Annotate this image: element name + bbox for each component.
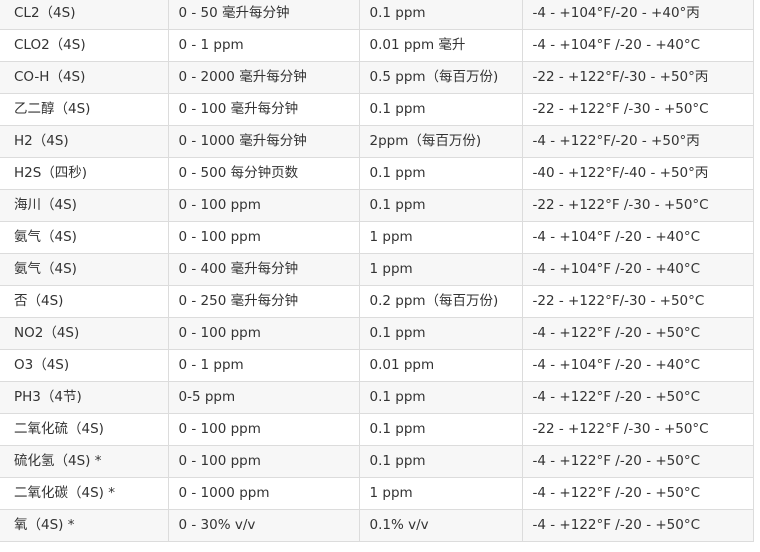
sensor-name-cell: CL2（4S) (0, 0, 169, 30)
temperature-range-cell: -4 - +104°F /-20 - +40°C (521, 221, 754, 254)
range-cell: 0 - 100 ppm (167, 189, 360, 222)
temperature-range-cell: -22 - +122°F /-30 - +50°C (521, 189, 754, 222)
temperature-range-cell: -4 - +104°F/-20 - +40°丙 (521, 0, 754, 30)
temperature-range-cell: -4 - +122°F/-20 - +50°丙 (521, 125, 754, 158)
sensor-name-cell: 硫化氢（4S) * (0, 445, 169, 478)
resolution-cell: 1 ppm (358, 221, 523, 254)
table-row: 氨气（4S) 0 - 400 毫升每分钟 1 ppm -4 - +104°F /-20… (0, 253, 754, 286)
temperature-range-cell: -4 - +104°F /-20 - +40°C (521, 253, 754, 286)
resolution-cell: 0.1 ppm (358, 317, 523, 350)
sensor-spec-table: CL2（4S) 0 - 50 毫升每分钟 0.1 ppm -4 - +104°F/-2… (0, 0, 754, 542)
temperature-range-cell: -4 - +122°F /-20 - +50°C (521, 477, 754, 510)
range-cell: 0 - 30% v/v (167, 509, 360, 542)
resolution-cell: 0.01 ppm 毫升 (358, 29, 523, 62)
resolution-cell: 0.1% v/v (358, 509, 523, 542)
sensor-name-cell: 氨气（4S) (0, 253, 169, 286)
sensor-name-cell: 否（4S) (0, 285, 169, 318)
temperature-range-cell: -4 - +104°F /-20 - +40°C (521, 349, 754, 382)
resolution-cell: 0.1 ppm (358, 381, 523, 414)
resolution-cell: 0.01 ppm (358, 349, 523, 382)
table-row: CLO2（4S) 0 - 1 ppm 0.01 ppm 毫升 -4 - +104°F … (0, 29, 754, 62)
table-row: 二氧化碳（4S) * 0 - 1000 ppm 1 ppm -4 - +122°F /… (0, 477, 754, 510)
table-row: 海川（4S) 0 - 100 ppm 0.1 ppm -22 - +122°F /-3… (0, 189, 754, 222)
table-row: CO-H（4S) 0 - 2000 毫升每分钟 0.5 ppm（每百万份) -22 -… (0, 61, 754, 94)
range-cell: 0 - 100 ppm (167, 317, 360, 350)
range-cell: 0 - 100 ppm (167, 445, 360, 478)
range-cell: 0-5 ppm (167, 381, 360, 414)
range-cell: 0 - 1 ppm (167, 349, 360, 382)
table-row: 氨气（4S) 0 - 100 ppm 1 ppm -4 - +104°F /-20 -… (0, 221, 754, 254)
range-cell: 0 - 100 毫升每分钟 (167, 93, 360, 126)
resolution-cell: 0.2 ppm（每百万份) (358, 285, 523, 318)
sensor-spec-table-body: CL2（4S) 0 - 50 毫升每分钟 0.1 ppm -4 - +104°F/-2… (0, 0, 754, 542)
temperature-range-cell: -4 - +122°F /-20 - +50°C (521, 445, 754, 478)
resolution-cell: 1 ppm (358, 477, 523, 510)
temperature-range-cell: -22 - +122°F /-30 - +50°C (521, 93, 754, 126)
range-cell: 0 - 400 毫升每分钟 (167, 253, 360, 286)
resolution-cell: 0.1 ppm (358, 189, 523, 222)
table-row: 否（4S) 0 - 250 毫升每分钟 0.2 ppm（每百万份) -22 - +12… (0, 285, 754, 318)
resolution-cell: 0.1 ppm (358, 93, 523, 126)
sensor-spec-table-container: CL2（4S) 0 - 50 毫升每分钟 0.1 ppm -4 - +104°F/-2… (0, 0, 760, 549)
sensor-name-cell: 海川（4S) (0, 189, 169, 222)
table-row: 硫化氢（4S) * 0 - 100 ppm 0.1 ppm -4 - +122°F /… (0, 445, 754, 478)
range-cell: 0 - 500 每分钟页数 (167, 157, 360, 190)
sensor-name-cell: O3（4S) (0, 349, 169, 382)
resolution-cell: 0.5 ppm（每百万份) (358, 61, 523, 94)
temperature-range-cell: -22 - +122°F /-30 - +50°C (521, 413, 754, 446)
sensor-name-cell: CLO2（4S) (0, 29, 169, 62)
range-cell: 0 - 250 毫升每分钟 (167, 285, 360, 318)
range-cell: 0 - 2000 毫升每分钟 (167, 61, 360, 94)
table-row: PH3（4节) 0-5 ppm 0.1 ppm -4 - +122°F /-20 - … (0, 381, 754, 414)
temperature-range-cell: -22 - +122°F/-30 - +50°C (521, 285, 754, 318)
range-cell: 0 - 1000 ppm (167, 477, 360, 510)
resolution-cell: 0.1 ppm (358, 413, 523, 446)
sensor-name-cell: PH3（4节) (0, 381, 169, 414)
sensor-name-cell: NO2（4S) (0, 317, 169, 350)
table-row: CL2（4S) 0 - 50 毫升每分钟 0.1 ppm -4 - +104°F/-2… (0, 0, 754, 30)
temperature-range-cell: -4 - +122°F /-20 - +50°C (521, 509, 754, 542)
temperature-range-cell: -4 - +122°F /-20 - +50°C (521, 317, 754, 350)
range-cell: 0 - 100 ppm (167, 221, 360, 254)
resolution-cell: 2ppm（每百万份) (358, 125, 523, 158)
table-row: H2（4S) 0 - 1000 毫升每分钟 2ppm（每百万份) -4 - +122°… (0, 125, 754, 158)
sensor-name-cell: 二氧化碳（4S) * (0, 477, 169, 510)
range-cell: 0 - 1000 毫升每分钟 (167, 125, 360, 158)
sensor-name-cell: 氨气（4S) (0, 221, 169, 254)
temperature-range-cell: -22 - +122°F/-30 - +50°丙 (521, 61, 754, 94)
sensor-name-cell: 氧（4S) * (0, 509, 169, 542)
sensor-name-cell: H2S（四秒) (0, 157, 169, 190)
table-row: 乙二醇（4S) 0 - 100 毫升每分钟 0.1 ppm -22 - +122°F … (0, 93, 754, 126)
table-row: 二氧化硫（4S) 0 - 100 ppm 0.1 ppm -22 - +122°F /… (0, 413, 754, 446)
sensor-name-cell: CO-H（4S) (0, 61, 169, 94)
table-row: O3（4S) 0 - 1 ppm 0.01 ppm -4 - +104°F /-20 … (0, 349, 754, 382)
resolution-cell: 0.1 ppm (358, 0, 523, 30)
resolution-cell: 1 ppm (358, 253, 523, 286)
temperature-range-cell: -4 - +104°F /-20 - +40°C (521, 29, 754, 62)
sensor-name-cell: 乙二醇（4S) (0, 93, 169, 126)
resolution-cell: 0.1 ppm (358, 445, 523, 478)
range-cell: 0 - 100 ppm (167, 413, 360, 446)
table-row: H2S（四秒) 0 - 500 每分钟页数 0.1 ppm -40 - +122°F/… (0, 157, 754, 190)
resolution-cell: 0.1 ppm (358, 157, 523, 190)
temperature-range-cell: -40 - +122°F/-40 - +50°丙 (521, 157, 754, 190)
table-row: 氧（4S) * 0 - 30% v/v 0.1% v/v -4 - +122°F /-… (0, 509, 754, 542)
range-cell: 0 - 50 毫升每分钟 (167, 0, 360, 30)
sensor-name-cell: H2（4S) (0, 125, 169, 158)
range-cell: 0 - 1 ppm (167, 29, 360, 62)
sensor-name-cell: 二氧化硫（4S) (0, 413, 169, 446)
table-row: NO2（4S) 0 - 100 ppm 0.1 ppm -4 - +122°F /-2… (0, 317, 754, 350)
temperature-range-cell: -4 - +122°F /-20 - +50°C (521, 381, 754, 414)
